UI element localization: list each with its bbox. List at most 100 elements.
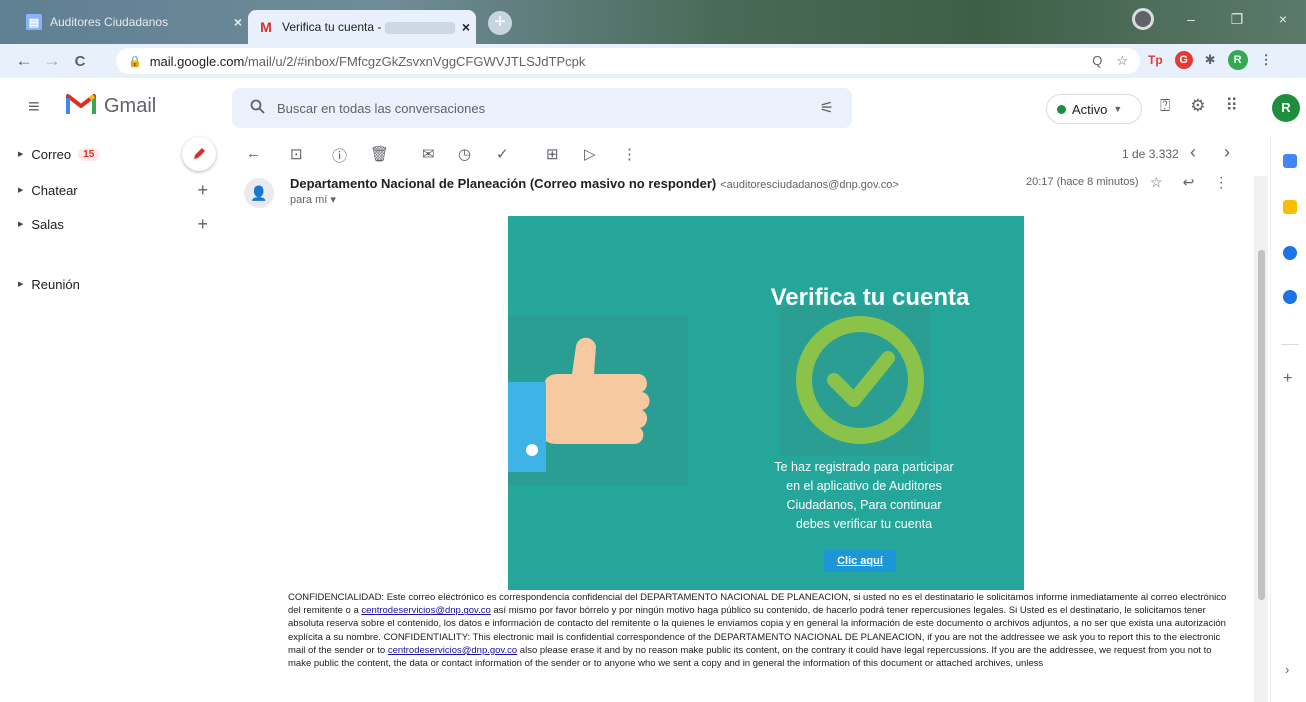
zoom-icon[interactable]: Q	[1092, 53, 1102, 69]
apps-grid-icon[interactable]: ⠿	[1225, 96, 1237, 116]
gmail-logo[interactable]: Gmail	[66, 92, 156, 121]
url-path: /mail/u/2/#inbox/FMfcgzGkZsvxnVggCFGWVJT…	[244, 53, 586, 69]
sidebar-item-label: Reunión	[31, 276, 80, 292]
status-dropdown[interactable]: Activo ▼	[1046, 94, 1142, 124]
more-vert-icon[interactable]: ⋮	[1214, 174, 1228, 191]
side-panel: + ›	[1270, 136, 1306, 702]
unread-count-badge: 15	[78, 147, 100, 161]
message-header: 👤 Departamento Nacional de Planeación (C…	[230, 174, 1240, 218]
address-bar[interactable]: 🔒 mail.google.com/mail/u/2/#inbox/FMfcgz…	[116, 48, 1140, 74]
gmail-wordmark: Gmail	[104, 95, 157, 117]
maximize-button[interactable]: ❐	[1214, 11, 1260, 28]
report-spam-icon[interactable]: ⓘ	[332, 145, 347, 166]
tasks-icon[interactable]	[1283, 246, 1297, 260]
browser-profile-icon[interactable]	[1132, 8, 1154, 30]
side-panel-divider	[1281, 344, 1299, 345]
mark-unread-icon[interactable]: ✉	[422, 145, 435, 163]
close-window-button[interactable]: ×	[1260, 11, 1306, 27]
status-label: Activo	[1072, 101, 1108, 117]
sidebar-item-label: Salas	[31, 216, 64, 232]
search-bar[interactable]: Buscar en todas las conversaciones ⚟	[232, 88, 852, 128]
sender-name[interactable]: Departamento Nacional de Planeación (Cor…	[290, 176, 899, 191]
reload-button[interactable]: C	[66, 53, 94, 70]
tab-auditores[interactable]: ▤ Auditores Ciudadanos ×	[16, 8, 248, 36]
tab-close-icon[interactable]: ×	[228, 14, 248, 30]
main-menu-icon[interactable]: ≡	[28, 96, 40, 119]
older-chevron-icon[interactable]: ‹	[1190, 142, 1196, 163]
browser-toolbar: ← → C 🔒 mail.google.com/mail/u/2/#inbox/…	[0, 44, 1306, 78]
label-icon[interactable]: ▷	[584, 145, 596, 163]
reply-icon[interactable]: ↩	[1183, 174, 1195, 191]
status-dot-icon	[1057, 104, 1066, 114]
tab-close-icon[interactable]: ×	[456, 19, 476, 35]
delete-trash-icon[interactable]: 🗑	[370, 145, 389, 163]
calendar-icon[interactable]	[1283, 154, 1297, 168]
expand-triangle-icon[interactable]: ▶	[18, 186, 23, 194]
add-room-icon[interactable]: +	[197, 214, 208, 235]
extension-tp-icon[interactable]: Tp	[1148, 53, 1163, 67]
search-options-icon[interactable]: ⚟	[820, 98, 834, 118]
redacted-chip	[385, 21, 456, 34]
email-verification-card: Verifica tu cuenta Te haz registrado par…	[508, 216, 1024, 590]
pencil-icon	[194, 148, 205, 159]
profile-avatar-icon[interactable]: R	[1227, 50, 1248, 70]
recipient-dropdown[interactable]: para mí ▾	[290, 193, 336, 206]
browser-menu-icon[interactable]: ⋮	[1260, 52, 1273, 68]
checkmark-circle-icon	[780, 306, 930, 456]
sidebar-item-label: Chatear	[31, 182, 78, 198]
star-icon[interactable]: ☆	[1150, 174, 1163, 191]
sidebar-item-salas[interactable]: ▶ Salas +	[18, 210, 218, 238]
snooze-clock-icon[interactable]: ◷	[458, 145, 471, 163]
tab-verifica[interactable]: M Verifica tu cuenta - ×	[248, 10, 476, 44]
sender-display-name: Departamento Nacional de Planeación (Cor…	[290, 176, 717, 191]
newer-chevron-icon[interactable]: ›	[1224, 142, 1230, 163]
keep-icon[interactable]	[1283, 200, 1297, 214]
url-host: mail.google.com	[149, 53, 245, 69]
gmail-header: ≡ Gmail Buscar en todas las conversacion…	[0, 78, 1306, 136]
card-line: en el aplicativo de Auditores	[786, 479, 942, 493]
card-line: Ciudadanos, Para continuar	[786, 498, 942, 512]
add-task-icon[interactable]: ✓	[496, 145, 509, 163]
thumbs-up-illustration	[508, 316, 688, 486]
search-icon[interactable]	[250, 99, 265, 118]
settings-gear-icon[interactable]: ⚙	[1190, 96, 1205, 116]
expand-triangle-icon[interactable]: ▶	[18, 150, 23, 158]
window-controls: – ❐ ×	[1132, 8, 1306, 30]
message-timestamp: 20:17 (hace 8 minutos)	[1026, 176, 1139, 188]
expand-triangle-icon[interactable]: ▶	[18, 280, 23, 288]
document-icon: ▤	[26, 14, 42, 30]
help-icon[interactable]: ⍰	[1160, 96, 1170, 116]
minimize-button[interactable]: –	[1168, 11, 1214, 27]
extensions-puzzle-icon[interactable]: ✱	[1205, 52, 1216, 68]
message-actions: ☆ ↩ ⋮	[1150, 174, 1228, 191]
confidentiality-disclaimer: CONFIDENCIALIDAD: Este correo electrónic…	[288, 591, 1236, 670]
back-button[interactable]: ←	[10, 51, 38, 71]
forward-button[interactable]: →	[38, 51, 66, 71]
disclaimer-link[interactable]: centrodeservicios@dnp.gov.co	[388, 645, 517, 656]
contacts-icon[interactable]	[1283, 290, 1297, 304]
header-icons: ⍰ ⚙ ⠿	[1160, 96, 1238, 116]
more-options-icon[interactable]: ⋮	[622, 145, 637, 163]
expand-triangle-icon[interactable]: ▶	[18, 220, 23, 228]
click-here-button[interactable]: Clic aquí	[824, 550, 896, 572]
scrollbar-thumb[interactable]	[1258, 250, 1265, 600]
sidebar-item-chatear[interactable]: ▶ Chatear +	[18, 176, 218, 204]
expand-panel-chevron-icon[interactable]: ›	[1285, 662, 1289, 677]
disclaimer-link[interactable]: centrodeservicios@dnp.gov.co	[361, 605, 490, 616]
message-count: 1 de 3.332	[1122, 147, 1179, 161]
chevron-down-icon: ▼	[1113, 104, 1123, 114]
compose-button[interactable]	[182, 137, 216, 171]
tab-title: Verifica tu cuenta -	[282, 20, 456, 34]
sender-avatar-icon: 👤	[244, 178, 274, 208]
add-addon-icon[interactable]: +	[1283, 370, 1292, 388]
sidebar-item-reunion[interactable]: ▶ Reunión	[18, 270, 218, 298]
move-to-icon[interactable]: ⊞	[546, 145, 559, 163]
add-chat-icon[interactable]: +	[197, 180, 208, 201]
bookmark-star-icon[interactable]: ☆	[1116, 53, 1128, 69]
back-to-inbox-icon[interactable]: ←	[246, 145, 261, 162]
archive-icon[interactable]: ⊡	[290, 145, 303, 163]
extensions-area: Tp G ✱ R ⋮	[1148, 50, 1273, 70]
extension-g-icon[interactable]: G	[1174, 51, 1193, 69]
account-avatar[interactable]: R	[1272, 94, 1300, 122]
new-tab-button[interactable]: +	[488, 11, 512, 35]
